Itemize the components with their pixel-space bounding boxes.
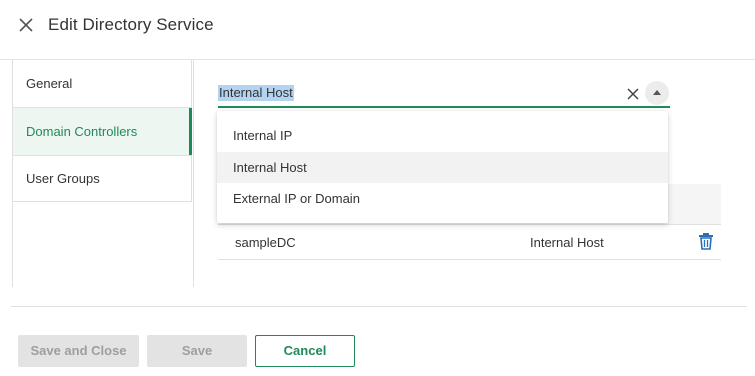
sidebar-item-general[interactable]: General	[13, 60, 192, 107]
arrow-up-icon	[653, 90, 661, 95]
option-external-ip-or-domain[interactable]: External IP or Domain	[217, 183, 668, 214]
type-combobox[interactable]: Internal Host	[218, 80, 670, 108]
sidebar-border	[12, 202, 13, 287]
table-row: sampleDC Internal Host	[218, 225, 721, 260]
option-internal-ip[interactable]: Internal IP	[217, 120, 668, 151]
trash-icon[interactable]	[698, 232, 714, 250]
type-dropdown-menu: Internal IP Internal Host External IP or…	[217, 111, 668, 223]
cancel-button[interactable]: Cancel	[255, 335, 355, 367]
dialog-header: Edit Directory Service	[0, 0, 755, 50]
sidebar-nav: General Domain Controllers User Groups	[12, 59, 192, 287]
cell-type: Internal Host	[530, 235, 604, 250]
cell-name: sampleDC	[235, 235, 296, 250]
footer-divider	[11, 306, 747, 307]
combobox-underline	[218, 106, 670, 108]
close-icon[interactable]	[17, 16, 35, 34]
content-border	[193, 59, 194, 287]
collapse-toggle[interactable]	[645, 81, 669, 105]
save-and-close-button[interactable]: Save and Close	[18, 335, 139, 367]
clear-icon[interactable]	[624, 85, 642, 103]
dialog-title: Edit Directory Service	[48, 15, 214, 34]
save-button[interactable]: Save	[147, 335, 247, 367]
option-internal-host[interactable]: Internal Host	[217, 152, 668, 183]
combobox-value[interactable]: Internal Host	[218, 85, 294, 101]
sidebar-item-user-groups[interactable]: User Groups	[13, 155, 192, 202]
sidebar-item-domain-controllers[interactable]: Domain Controllers	[13, 108, 192, 155]
